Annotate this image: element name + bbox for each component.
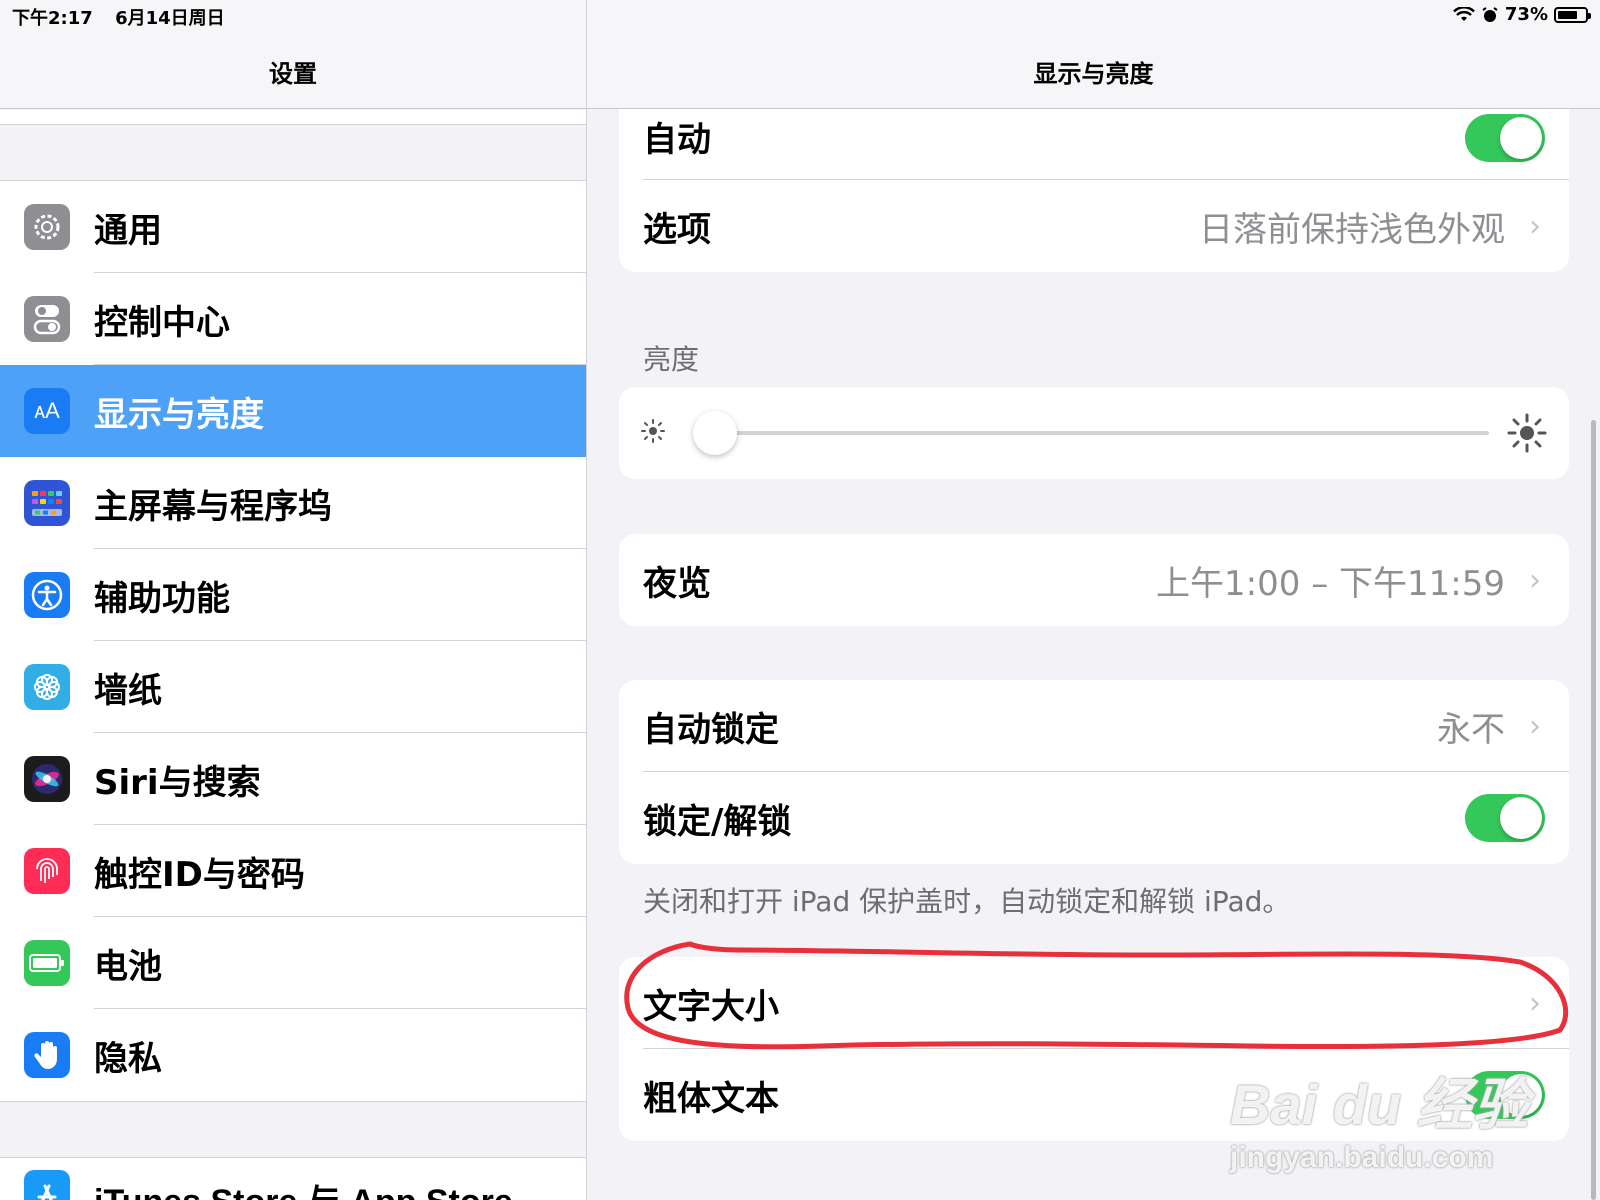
chevron-right-icon: › <box>1529 985 1541 1021</box>
detail-pane: 显示与亮度 自动 选项 日落前保持浅色外观 › 亮度 夜览 上午1:00 – 下… <box>587 0 1600 1200</box>
sidebar-item-label: iTunes Store 与 App Store <box>94 1174 513 1200</box>
lock-unlock-row: 锁定/解锁 <box>619 772 1569 864</box>
sidebar-item-siri-search[interactable]: Siri与搜索 <box>0 733 586 825</box>
chevron-right-icon: › <box>1529 708 1541 744</box>
sidebar-group-top <box>0 110 586 125</box>
brightness-section-label: 亮度 <box>643 343 700 376</box>
appearance-card: 自动 选项 日落前保持浅色外观 › <box>619 88 1569 272</box>
toggle-knob <box>1500 797 1542 839</box>
sidebar-item-label: 控制中心 <box>94 302 230 343</box>
sidebar-item-accessibility[interactable]: 辅助功能 <box>0 549 586 641</box>
sidebar-item-itunes-app-store[interactable]: iTunes Store 与 App Store <box>0 1158 586 1200</box>
auto-lock-label: 自动锁定 <box>643 709 779 750</box>
status-left: 下午2:17 6月14日周日 <box>12 4 225 30</box>
gear-icon <box>24 204 70 250</box>
auto-appearance-toggle[interactable] <box>1465 114 1545 162</box>
sun-small-icon <box>641 419 665 443</box>
toggles-icon <box>24 296 70 342</box>
sidebar-group-main: 通用 控制中心 ᴀA 显示与亮度 主屏幕与程序坞 辅助功能 墙纸 Siri与搜索… <box>0 180 586 1102</box>
lock-footer-note: 关闭和打开 iPad 保护盖时，自动锁定和解锁 iPad。 <box>643 885 1291 918</box>
sidebar-item-touch-id-passcode[interactable]: 触控ID与密码 <box>0 825 586 917</box>
sidebar-title: 设置 <box>269 60 317 88</box>
sidebar-item-label: 主屏幕与程序坞 <box>94 486 332 527</box>
sun-large-icon <box>1507 413 1547 453</box>
lock-unlock-toggle[interactable] <box>1465 794 1545 842</box>
text-size-row[interactable]: 文字大小 › <box>619 957 1569 1049</box>
auto-lock-row[interactable]: 自动锁定 永不 › <box>619 680 1569 772</box>
sidebar-item-label: 通用 <box>94 210 162 251</box>
auto-lock-value: 永不 <box>1437 709 1505 750</box>
sidebar-item-label: 触控ID与密码 <box>94 854 305 895</box>
settings-sidebar: 设置 通用 控制中心 ᴀA 显示与亮度 主屏幕与程序坞 辅助功能 墙纸 Siri… <box>0 0 587 1200</box>
brightness-slider-track[interactable] <box>699 431 1489 435</box>
alarm-icon <box>1482 6 1498 22</box>
lock-card: 自动锁定 永不 › 锁定/解锁 <box>619 680 1569 864</box>
flower-icon <box>24 664 70 710</box>
sidebar-item-general[interactable]: 通用 <box>0 181 586 273</box>
watermark-main: Bai du 经验 <box>1230 1073 1529 1136</box>
appearance-options-row[interactable]: 选项 日落前保持浅色外观 › <box>619 180 1569 272</box>
watermark-sub: jingyan.baidu.com <box>1230 1141 1494 1174</box>
sidebar-item-privacy[interactable]: 隐私 <box>0 1009 586 1101</box>
sidebar-item-label: 电池 <box>94 946 162 987</box>
sidebar-item-battery[interactable]: 电池 <box>0 917 586 1009</box>
auto-label: 自动 <box>643 120 711 160</box>
status-right: 73% <box>1453 4 1591 25</box>
sidebar-item-label: 辅助功能 <box>94 578 230 619</box>
accessibility-icon <box>24 572 70 618</box>
status-time: 下午2:17 <box>12 8 93 29</box>
night-shift-card: 夜览 上午1:00 – 下午11:59 › <box>619 534 1569 626</box>
page-title: 显示与亮度 <box>1033 60 1154 88</box>
sidebar-item-label: 隐私 <box>94 1038 162 1079</box>
battery-status-icon <box>1554 6 1591 23</box>
brightness-card <box>619 387 1569 479</box>
baidu-watermark: Bai du 经验 jingyan.baidu.com <box>1230 1060 1529 1175</box>
fingerprint-icon <box>24 848 70 894</box>
text-size-icon: ᴀA <box>24 388 70 434</box>
night-shift-label: 夜览 <box>643 563 711 604</box>
sidebar-item-label: 墙纸 <box>94 670 162 711</box>
wifi-icon <box>1453 6 1475 21</box>
chevron-right-icon: › <box>1529 562 1541 598</box>
sidebar-item-control-center[interactable]: 控制中心 <box>0 273 586 365</box>
battery-icon <box>24 940 70 986</box>
bold-text-label: 粗体文本 <box>643 1078 779 1119</box>
siri-icon <box>24 756 70 802</box>
sidebar-item-label: 显示与亮度 <box>94 394 264 435</box>
scrollbar[interactable] <box>1591 420 1596 1200</box>
app-store-icon <box>24 1170 70 1200</box>
text-size-label: 文字大小 <box>643 986 779 1027</box>
toggle-knob <box>1500 117 1542 159</box>
sidebar-group-bottom: iTunes Store 与 App Store <box>0 1157 586 1200</box>
chevron-right-icon: › <box>1529 208 1541 244</box>
hand-icon <box>24 1032 70 1078</box>
lock-unlock-label: 锁定/解锁 <box>643 801 792 842</box>
sidebar-item-display-brightness[interactable]: ᴀA 显示与亮度 <box>0 365 586 457</box>
sidebar-item-wallpaper[interactable]: 墙纸 <box>0 641 586 733</box>
sidebar-item-label: Siri与搜索 <box>94 762 261 803</box>
night-shift-row[interactable]: 夜览 上午1:00 – 下午11:59 › <box>619 534 1569 626</box>
sidebar-item-home-screen-dock[interactable]: 主屏幕与程序坞 <box>0 457 586 549</box>
home-grid-icon <box>24 480 70 526</box>
status-bar: 下午2:17 6月14日周日 73% <box>0 0 1600 30</box>
battery-fill <box>1558 10 1577 19</box>
options-value: 日落前保持浅色外观 <box>1199 209 1505 250</box>
brightness-slider-knob[interactable] <box>692 411 737 455</box>
battery-percent: 73% <box>1504 4 1548 25</box>
options-label: 选项 <box>643 209 711 250</box>
status-date: 6月14日周日 <box>115 8 225 29</box>
night-shift-value: 上午1:00 – 下午11:59 <box>1156 563 1505 604</box>
